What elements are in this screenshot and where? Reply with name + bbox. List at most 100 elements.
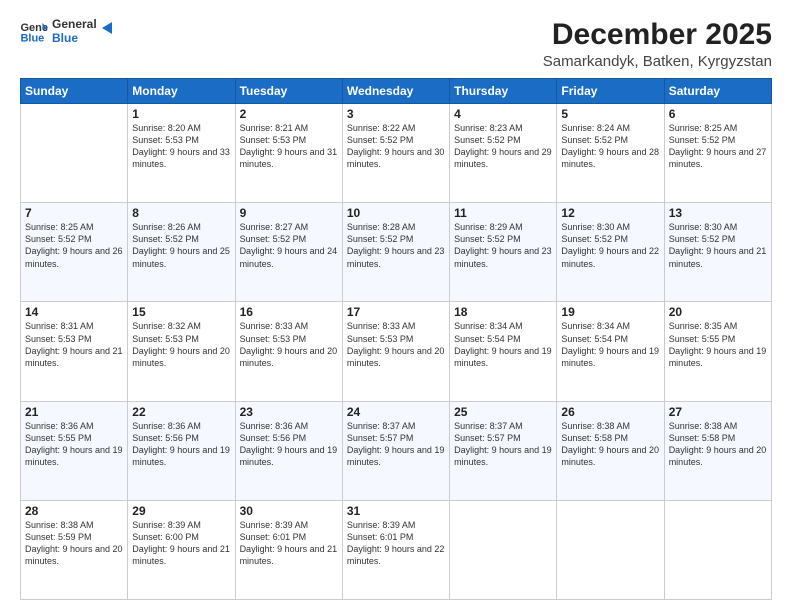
daylight-text: Daylight: 9 hours and 19 minutes. xyxy=(25,444,123,468)
day-number: 27 xyxy=(669,405,767,419)
daylight-text: Daylight: 9 hours and 19 minutes. xyxy=(240,444,338,468)
table-row: 2Sunrise: 8:21 AMSunset: 5:53 PMDaylight… xyxy=(235,104,342,203)
sunset-text: Sunset: 6:01 PM xyxy=(240,531,338,543)
day-number: 5 xyxy=(561,107,659,121)
table-row: 21Sunrise: 8:36 AMSunset: 5:55 PMDayligh… xyxy=(21,401,128,500)
day-number: 24 xyxy=(347,405,445,419)
table-row: 1Sunrise: 8:20 AMSunset: 5:53 PMDaylight… xyxy=(128,104,235,203)
cell-info: Sunrise: 8:39 AMSunset: 6:01 PMDaylight:… xyxy=(240,519,338,568)
table-row: 25Sunrise: 8:37 AMSunset: 5:57 PMDayligh… xyxy=(450,401,557,500)
sunrise-text: Sunrise: 8:39 AM xyxy=(240,519,338,531)
daylight-text: Daylight: 9 hours and 30 minutes. xyxy=(347,146,445,170)
cell-info: Sunrise: 8:32 AMSunset: 5:53 PMDaylight:… xyxy=(132,320,230,369)
daylight-text: Daylight: 9 hours and 23 minutes. xyxy=(454,245,552,269)
day-number: 26 xyxy=(561,405,659,419)
sunset-text: Sunset: 5:55 PM xyxy=(25,432,123,444)
daylight-text: Daylight: 9 hours and 28 minutes. xyxy=(561,146,659,170)
cell-info: Sunrise: 8:25 AMSunset: 5:52 PMDaylight:… xyxy=(25,221,123,270)
cell-info: Sunrise: 8:34 AMSunset: 5:54 PMDaylight:… xyxy=(454,320,552,369)
sunset-text: Sunset: 5:58 PM xyxy=(561,432,659,444)
sunset-text: Sunset: 5:52 PM xyxy=(132,233,230,245)
table-row: 27Sunrise: 8:38 AMSunset: 5:58 PMDayligh… xyxy=(664,401,771,500)
table-row: 4Sunrise: 8:23 AMSunset: 5:52 PMDaylight… xyxy=(450,104,557,203)
logo-arrow-icon xyxy=(98,20,114,36)
sunrise-text: Sunrise: 8:24 AM xyxy=(561,122,659,134)
day-number: 16 xyxy=(240,305,338,319)
subtitle: Samarkandyk, Batken, Kyrgyzstan xyxy=(543,53,772,70)
sunrise-text: Sunrise: 8:22 AM xyxy=(347,122,445,134)
logo-icon: General Blue xyxy=(20,21,48,43)
daylight-text: Daylight: 9 hours and 26 minutes. xyxy=(25,245,123,269)
sunrise-text: Sunrise: 8:33 AM xyxy=(240,320,338,332)
day-number: 19 xyxy=(561,305,659,319)
cell-info: Sunrise: 8:24 AMSunset: 5:52 PMDaylight:… xyxy=(561,122,659,171)
table-row: 8Sunrise: 8:26 AMSunset: 5:52 PMDaylight… xyxy=(128,203,235,302)
calendar-week-row: 7Sunrise: 8:25 AMSunset: 5:52 PMDaylight… xyxy=(21,203,772,302)
daylight-text: Daylight: 9 hours and 20 minutes. xyxy=(669,444,767,468)
sunset-text: Sunset: 5:58 PM xyxy=(669,432,767,444)
day-number: 28 xyxy=(25,504,123,518)
table-row xyxy=(557,500,664,599)
logo-general: General xyxy=(52,18,97,32)
table-row: 18Sunrise: 8:34 AMSunset: 5:54 PMDayligh… xyxy=(450,302,557,401)
table-row: 9Sunrise: 8:27 AMSunset: 5:52 PMDaylight… xyxy=(235,203,342,302)
daylight-text: Daylight: 9 hours and 19 minutes. xyxy=(561,345,659,369)
day-number: 2 xyxy=(240,107,338,121)
sunrise-text: Sunrise: 8:38 AM xyxy=(25,519,123,531)
day-number: 9 xyxy=(240,206,338,220)
sunset-text: Sunset: 5:53 PM xyxy=(240,134,338,146)
title-block: December 2025 Samarkandyk, Batken, Kyrgy… xyxy=(543,18,772,70)
sunset-text: Sunset: 5:52 PM xyxy=(25,233,123,245)
cell-info: Sunrise: 8:23 AMSunset: 5:52 PMDaylight:… xyxy=(454,122,552,171)
cell-info: Sunrise: 8:21 AMSunset: 5:53 PMDaylight:… xyxy=(240,122,338,171)
sunset-text: Sunset: 5:54 PM xyxy=(561,333,659,345)
day-number: 1 xyxy=(132,107,230,121)
logo-blue: Blue xyxy=(52,32,97,46)
sunrise-text: Sunrise: 8:39 AM xyxy=(347,519,445,531)
daylight-text: Daylight: 9 hours and 24 minutes. xyxy=(240,245,338,269)
daylight-text: Daylight: 9 hours and 22 minutes. xyxy=(561,245,659,269)
daylight-text: Daylight: 9 hours and 19 minutes. xyxy=(669,345,767,369)
sunrise-text: Sunrise: 8:39 AM xyxy=(132,519,230,531)
table-row: 13Sunrise: 8:30 AMSunset: 5:52 PMDayligh… xyxy=(664,203,771,302)
table-row: 3Sunrise: 8:22 AMSunset: 5:52 PMDaylight… xyxy=(342,104,449,203)
sunset-text: Sunset: 5:54 PM xyxy=(454,333,552,345)
sunset-text: Sunset: 5:52 PM xyxy=(454,134,552,146)
day-number: 7 xyxy=(25,206,123,220)
page: General Blue General Blue December 2025 … xyxy=(0,0,792,612)
table-row: 30Sunrise: 8:39 AMSunset: 6:01 PMDayligh… xyxy=(235,500,342,599)
cell-info: Sunrise: 8:39 AMSunset: 6:01 PMDaylight:… xyxy=(347,519,445,568)
day-number: 14 xyxy=(25,305,123,319)
sunset-text: Sunset: 5:55 PM xyxy=(669,333,767,345)
table-row xyxy=(21,104,128,203)
sunset-text: Sunset: 6:01 PM xyxy=(347,531,445,543)
sunrise-text: Sunrise: 8:38 AM xyxy=(669,420,767,432)
cell-info: Sunrise: 8:28 AMSunset: 5:52 PMDaylight:… xyxy=(347,221,445,270)
sunset-text: Sunset: 5:53 PM xyxy=(240,333,338,345)
sunrise-text: Sunrise: 8:25 AM xyxy=(25,221,123,233)
day-number: 17 xyxy=(347,305,445,319)
table-row: 7Sunrise: 8:25 AMSunset: 5:52 PMDaylight… xyxy=(21,203,128,302)
cell-info: Sunrise: 8:22 AMSunset: 5:52 PMDaylight:… xyxy=(347,122,445,171)
daylight-text: Daylight: 9 hours and 20 minutes. xyxy=(240,345,338,369)
sunset-text: Sunset: 5:52 PM xyxy=(240,233,338,245)
table-row xyxy=(664,500,771,599)
daylight-text: Daylight: 9 hours and 29 minutes. xyxy=(454,146,552,170)
sunset-text: Sunset: 5:56 PM xyxy=(240,432,338,444)
daylight-text: Daylight: 9 hours and 20 minutes. xyxy=(347,345,445,369)
sunset-text: Sunset: 5:52 PM xyxy=(669,134,767,146)
daylight-text: Daylight: 9 hours and 21 minutes. xyxy=(132,543,230,567)
day-number: 12 xyxy=(561,206,659,220)
cell-info: Sunrise: 8:20 AMSunset: 5:53 PMDaylight:… xyxy=(132,122,230,171)
sunrise-text: Sunrise: 8:29 AM xyxy=(454,221,552,233)
day-number: 8 xyxy=(132,206,230,220)
cell-info: Sunrise: 8:38 AMSunset: 5:58 PMDaylight:… xyxy=(669,420,767,469)
daylight-text: Daylight: 9 hours and 21 minutes. xyxy=(240,543,338,567)
sunrise-text: Sunrise: 8:37 AM xyxy=(454,420,552,432)
sunset-text: Sunset: 5:53 PM xyxy=(132,333,230,345)
daylight-text: Daylight: 9 hours and 19 minutes. xyxy=(454,345,552,369)
sunset-text: Sunset: 5:52 PM xyxy=(454,233,552,245)
table-row: 23Sunrise: 8:36 AMSunset: 5:56 PMDayligh… xyxy=(235,401,342,500)
table-row: 6Sunrise: 8:25 AMSunset: 5:52 PMDaylight… xyxy=(664,104,771,203)
day-number: 23 xyxy=(240,405,338,419)
